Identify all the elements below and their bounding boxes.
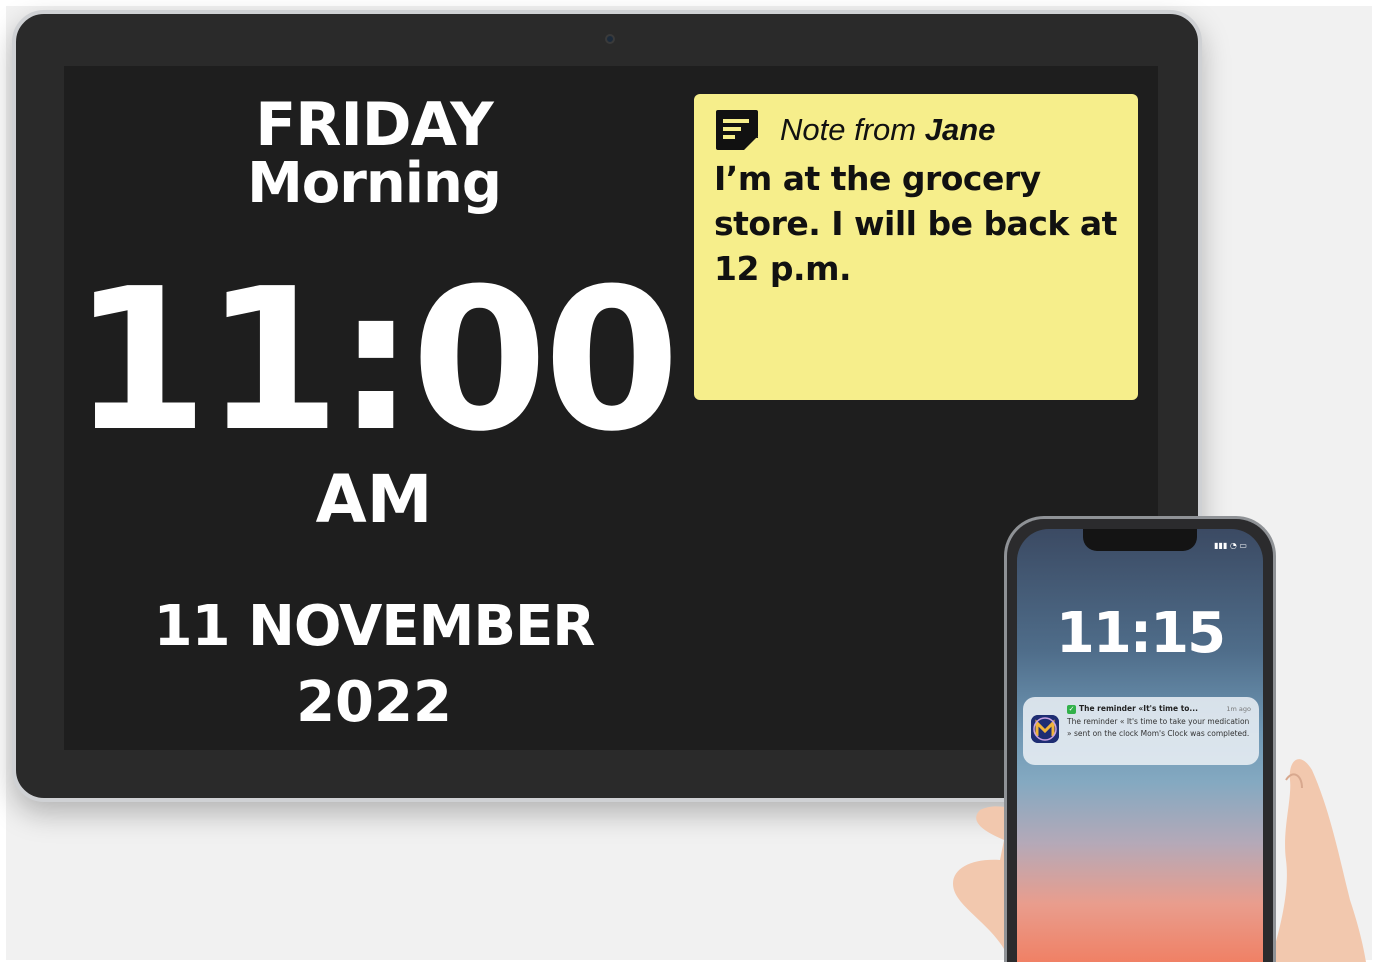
note-title: Note from Jane bbox=[780, 112, 995, 148]
period-label: Morning bbox=[247, 151, 502, 216]
clock-display: FRIDAY Morning 11:00 AM 11 NOVEMBER 2022 bbox=[64, 66, 684, 750]
note-author: Jane bbox=[924, 112, 996, 147]
note-card[interactable]: Note from Jane I’m at the grocery store.… bbox=[694, 94, 1138, 400]
notification-title: The reminder «It's time to... bbox=[1079, 704, 1198, 713]
camera-icon bbox=[605, 34, 615, 44]
tablet-screen: FRIDAY Morning 11:00 AM 11 NOVEMBER 2022… bbox=[64, 66, 1158, 750]
phone-notch bbox=[1083, 529, 1197, 551]
date-label: 11 NOVEMBER bbox=[153, 594, 596, 659]
moms-clock-app-icon bbox=[1031, 715, 1059, 743]
note-header: Note from Jane bbox=[714, 108, 1118, 152]
notification-header: ✓ The reminder «It's time to... 1m ago bbox=[1067, 704, 1251, 714]
ampm-label: AM bbox=[315, 461, 433, 538]
notification-time: 1m ago bbox=[1226, 705, 1251, 713]
note-title-prefix: Note from bbox=[780, 112, 925, 147]
notification-body: The reminder « It's time to take your me… bbox=[1067, 717, 1250, 738]
year-label: 2022 bbox=[296, 670, 452, 735]
day-label: FRIDAY bbox=[255, 90, 493, 160]
note-body: I’m at the grocery store. I will be back… bbox=[714, 159, 1117, 288]
check-icon: ✓ bbox=[1067, 704, 1076, 714]
phone-lock-screen: ▮▮▮ ◔ ▭ 11:15 ✓ The reminder «It's time … bbox=[1017, 529, 1263, 962]
smartphone: ▮▮▮ ◔ ▭ 11:15 ✓ The reminder «It's time … bbox=[1004, 516, 1276, 962]
reminder-notification[interactable]: ✓ The reminder «It's time to... 1m ago T… bbox=[1023, 697, 1259, 765]
status-bar-icons: ▮▮▮ ◔ ▭ bbox=[1214, 541, 1247, 550]
time-label: 11:00 bbox=[72, 247, 680, 475]
lock-screen-time: 11:15 bbox=[1055, 601, 1226, 666]
note-icon bbox=[716, 110, 758, 150]
